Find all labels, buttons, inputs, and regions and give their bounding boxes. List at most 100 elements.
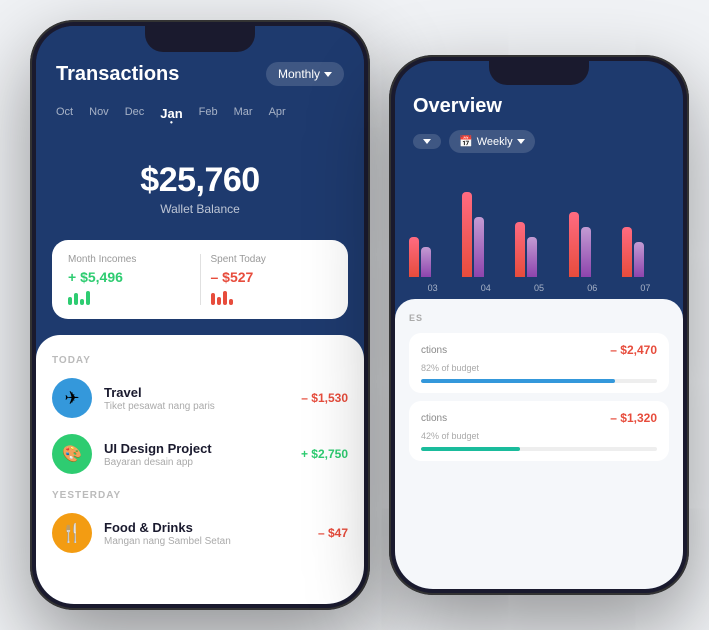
overview-cat-1: ctions [421, 345, 447, 356]
progress-fill-2 [421, 447, 520, 451]
overview-title: Overview [413, 95, 665, 118]
right-notch [489, 61, 589, 85]
transactions-title: Transactions [56, 63, 179, 86]
progress-fill-1 [421, 379, 615, 383]
bar-07-red [622, 227, 632, 277]
overview-section-label: ES [409, 313, 669, 323]
bar-group-04 [462, 192, 509, 277]
sbar2 [217, 297, 221, 305]
calendar-icon: 📅 [459, 135, 473, 148]
tx-design-info: UI Design Project Bayaran desain app [104, 441, 289, 468]
spent-stat: Spent Today – $527 [211, 254, 333, 305]
monthly-label: Monthly [278, 67, 320, 81]
tx-travel-amount: – $1,530 [301, 391, 348, 405]
chart-labels: 03 04 05 06 07 [409, 283, 669, 293]
bar-group-03 [409, 237, 456, 277]
scene: Transactions Monthly Oct Nov Dec Jan Feb… [0, 0, 709, 630]
weekly-label: Weekly [477, 136, 513, 148]
bar1 [68, 297, 72, 305]
spent-label: Spent Today [211, 254, 333, 265]
tx-food-icon: 🍴 [52, 513, 92, 553]
left-notch [145, 26, 255, 52]
bar-03-purple [421, 247, 431, 277]
bar-group-06 [569, 212, 616, 277]
month-nav: Oct Nov Dec Jan Feb Mar Apr [56, 100, 344, 125]
chart-bars [409, 177, 669, 277]
progress-bar-2 [421, 447, 657, 451]
tx-food: 🍴 Food & Drinks Mangan nang Sambel Setan… [52, 513, 348, 553]
label-06: 06 [569, 283, 616, 293]
bar-04-purple [474, 217, 484, 277]
bar2 [74, 293, 78, 305]
balance-amount: $25,760 [56, 161, 344, 200]
sbar4 [229, 299, 233, 305]
label-07: 07 [622, 283, 669, 293]
monthly-dropdown[interactable]: Monthly [266, 62, 344, 86]
sbar1 [211, 293, 215, 305]
chevron-down-icon [324, 72, 332, 77]
transactions-section: TODAY ✈ Travel Tiket pesawat nang paris … [36, 335, 364, 604]
left-phone: Transactions Monthly Oct Nov Dec Jan Feb… [30, 20, 370, 610]
month-jan[interactable]: Jan [160, 106, 182, 121]
chevron-down-icon [423, 139, 431, 144]
weekly-dropdown[interactable]: 📅 Weekly [449, 130, 535, 153]
overview-cat-2: ctions [421, 413, 447, 424]
tx-travel-icon: ✈ [52, 378, 92, 418]
tx-design-icon: 🎨 [52, 434, 92, 474]
balance-label: Wallet Balance [56, 202, 344, 216]
tx-design: 🎨 UI Design Project Bayaran desain app +… [52, 434, 348, 474]
bar-04-red [462, 192, 472, 277]
tx-travel-desc: Tiket pesawat nang paris [104, 401, 289, 412]
month-oct[interactable]: Oct [56, 106, 73, 121]
tx-food-amount: – $47 [318, 526, 348, 540]
income-stat: Month Incomes + $5,496 [68, 254, 190, 305]
right-phone: Overview 📅 Weekly [389, 55, 689, 595]
sbar3 [223, 291, 227, 305]
overview-controls: 📅 Weekly [413, 130, 665, 153]
tx-travel-info: Travel Tiket pesawat nang paris [104, 385, 289, 412]
ctrl-dropdown1[interactable] [413, 134, 441, 149]
overview-row-2: ctions – $1,320 [421, 411, 657, 425]
month-mar[interactable]: Mar [234, 106, 253, 121]
income-label: Month Incomes [68, 254, 190, 265]
today-label: TODAY [52, 355, 348, 366]
tx-food-name: Food & Drinks [104, 520, 306, 535]
month-dec[interactable]: Dec [125, 106, 145, 121]
overview-amount-1: – $2,470 [610, 343, 657, 357]
month-apr[interactable]: Apr [269, 106, 286, 121]
tx-food-info: Food & Drinks Mangan nang Sambel Setan [104, 520, 306, 547]
bar-05-purple [527, 237, 537, 277]
bar-06-red [569, 212, 579, 277]
overview-pct-row-2: 42% of budget [421, 431, 657, 441]
income-value: + $5,496 [68, 269, 190, 285]
bar-05-red [515, 222, 525, 277]
tx-design-amount: + $2,750 [301, 447, 348, 461]
overview-pct-1: 82% of budget [421, 363, 479, 373]
bar-03-red [409, 237, 419, 277]
tx-food-desc: Mangan nang Sambel Setan [104, 536, 306, 547]
overview-pct-row-1: 82% of budget [421, 363, 657, 373]
month-feb[interactable]: Feb [199, 106, 218, 121]
tx-travel: ✈ Travel Tiket pesawat nang paris – $1,5… [52, 378, 348, 418]
bar4 [86, 291, 90, 305]
bar-group-07 [622, 227, 669, 277]
tx-design-desc: Bayaran desain app [104, 457, 289, 468]
spent-bars [211, 289, 333, 305]
overview-amount-2: – $1,320 [610, 411, 657, 425]
bar3 [80, 299, 84, 305]
stats-card: Month Incomes + $5,496 Spent Today – $52… [52, 240, 348, 319]
label-03: 03 [409, 283, 456, 293]
balance-section: $25,760 Wallet Balance [36, 141, 364, 240]
progress-bar-1 [421, 379, 657, 383]
income-bars [68, 289, 190, 305]
label-04: 04 [462, 283, 509, 293]
overview-item-1: ctions – $2,470 82% of budget [409, 333, 669, 393]
tx-travel-name: Travel [104, 385, 289, 400]
bar-group-05 [515, 222, 562, 277]
chart-area: 03 04 05 06 07 [395, 167, 683, 299]
month-nov[interactable]: Nov [89, 106, 109, 121]
overview-item-2: ctions – $1,320 42% of budget [409, 401, 669, 461]
bar-06-purple [581, 227, 591, 277]
bar-07-purple [634, 242, 644, 277]
overview-pct-2: 42% of budget [421, 431, 479, 441]
